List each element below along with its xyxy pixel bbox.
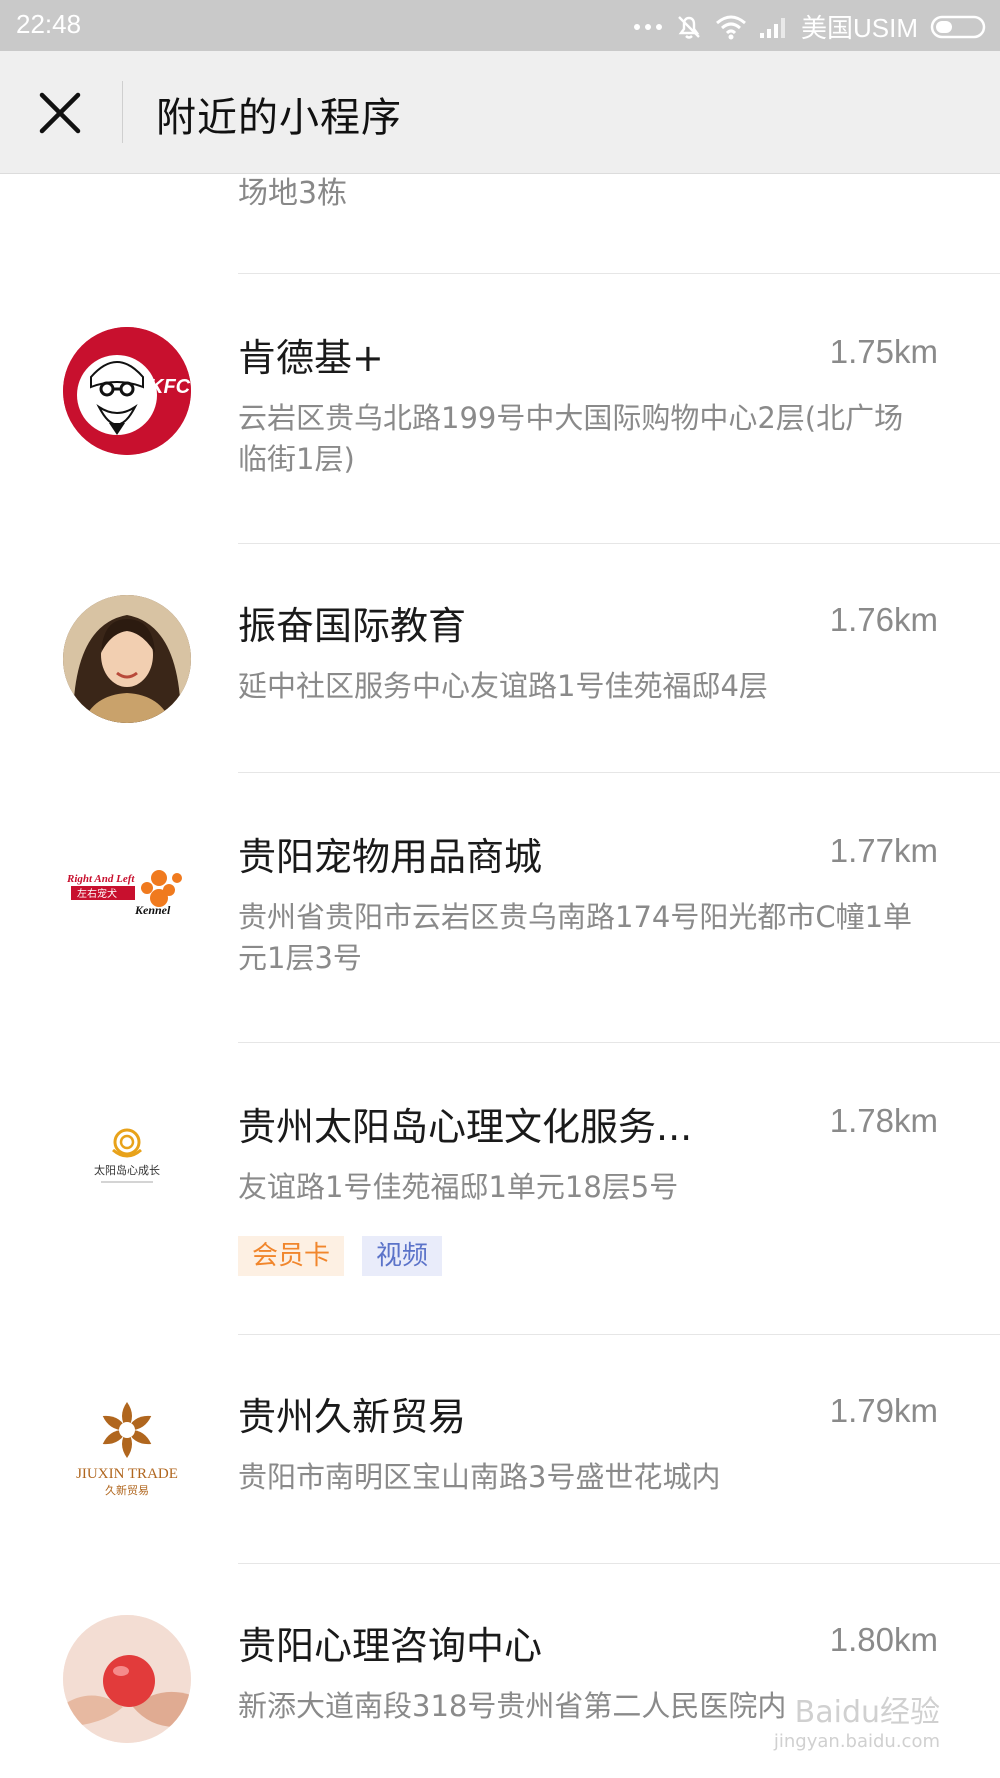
item-distance: 1.75km (829, 333, 938, 370)
list-divider (238, 543, 1000, 544)
svg-text:久新贸易: 久新贸易 (105, 1483, 149, 1497)
top-header: 附近的小程序 (0, 51, 1000, 174)
item-distance: 1.77km (829, 832, 938, 869)
list-item[interactable]: Right And Left 左右宠犬 Kennel 贵阳宠物用品商城 1.77… (0, 772, 1000, 1042)
list-item[interactable]: JIUXIN TRADE 久新贸易 贵州久新贸易 1.79km 贵阳市南明区宝山… (0, 1334, 1000, 1563)
svg-text:Right And Left: Right And Left (66, 873, 135, 885)
signal-icon (759, 17, 785, 38)
item-address: 贵阳市南明区宝山南路3号盛世花城内 (238, 1460, 721, 1494)
list-divider (238, 273, 1000, 274)
carrier-label: 美国USIM (800, 13, 918, 43)
status-bar: 22:48 美国USIM (0, 0, 1000, 51)
svg-text:KFC: KFC (149, 376, 191, 398)
item-address: 友谊路1号佳苑福邸1单元18层5号 (238, 1170, 679, 1204)
close-button[interactable] (30, 83, 90, 143)
item-address: 云岩区贵乌北路199号中大国际购物中心2层(北广场临街1层) (238, 401, 904, 476)
sun-island-logo: 太阳岛心成长 (63, 1096, 191, 1224)
item-distance: 1.80km (829, 1621, 938, 1658)
status-time: 22:48 (16, 9, 82, 39)
header-divider (122, 81, 123, 143)
list-divider (238, 1563, 1000, 1564)
item-name: 贵州久新贸易 (238, 1395, 467, 1439)
page-title: 附近的小程序 (156, 95, 402, 141)
item-name: 贵州太阳岛心理文化服务... (238, 1105, 693, 1149)
more-icon (633, 23, 662, 30)
list-item[interactable]: 太阳岛心成长 贵州太阳岛心理文化服务... 1.78km 友谊路1号佳苑福邸1单… (0, 1042, 1000, 1334)
list-divider (238, 772, 1000, 773)
pet-shop-logo: Right And Left 左右宠犬 Kennel (63, 826, 191, 954)
item-address: 贵州省贵阳市云岩区贵乌南路174号阳光都市C幢1单元1层3号 (238, 900, 913, 975)
item-name: 振奋国际教育 (238, 604, 467, 648)
svg-text:太阳岛心成长: 太阳岛心成长 (94, 1163, 160, 1177)
item-distance: 1.78km (829, 1102, 938, 1139)
watermark: Baidu经验 jingyan.baidu.com (773, 1695, 940, 1752)
item-name: 肯德基+ (238, 336, 384, 380)
partial-item-address: 场地3栋 (238, 176, 348, 211)
list-divider (238, 1042, 1000, 1043)
list-item[interactable]: 振奋国际教育 1.76km 延中社区服务中心友谊路1号佳苑福邸4层 (0, 543, 1000, 772)
svg-text:JIUXIN TRADE: JIUXIN TRADE (76, 1466, 178, 1482)
svg-text:左右宠犬: 左右宠犬 (77, 887, 117, 900)
avatar (63, 1615, 191, 1743)
battery-icon (930, 15, 986, 38)
tag-member-card: 会员卡 (238, 1236, 345, 1276)
list-item[interactable]: KFC 肯德基+ 1.75km 云岩区贵乌北路199号中大国际购物中心2层(北广… (0, 273, 1000, 543)
item-address: 延中社区服务中心友谊路1号佳苑福邸4层 (238, 669, 768, 703)
tag-video: 视频 (362, 1236, 443, 1276)
item-name: 贵阳宠物用品商城 (238, 835, 543, 879)
jiuxin-logo: JIUXIN TRADE 久新贸易 (63, 1386, 191, 1514)
mute-bell-icon (678, 15, 700, 39)
kfc-logo: KFC (63, 327, 191, 455)
list-divider (238, 1334, 1000, 1335)
wifi-icon (716, 15, 746, 39)
avatar (63, 595, 191, 723)
item-name: 贵阳心理咨询中心 (238, 1624, 543, 1668)
item-distance: 1.79km (829, 1392, 938, 1429)
svg-text:Kennel: Kennel (134, 903, 171, 917)
item-distance: 1.76km (829, 601, 938, 638)
close-icon (39, 92, 81, 134)
